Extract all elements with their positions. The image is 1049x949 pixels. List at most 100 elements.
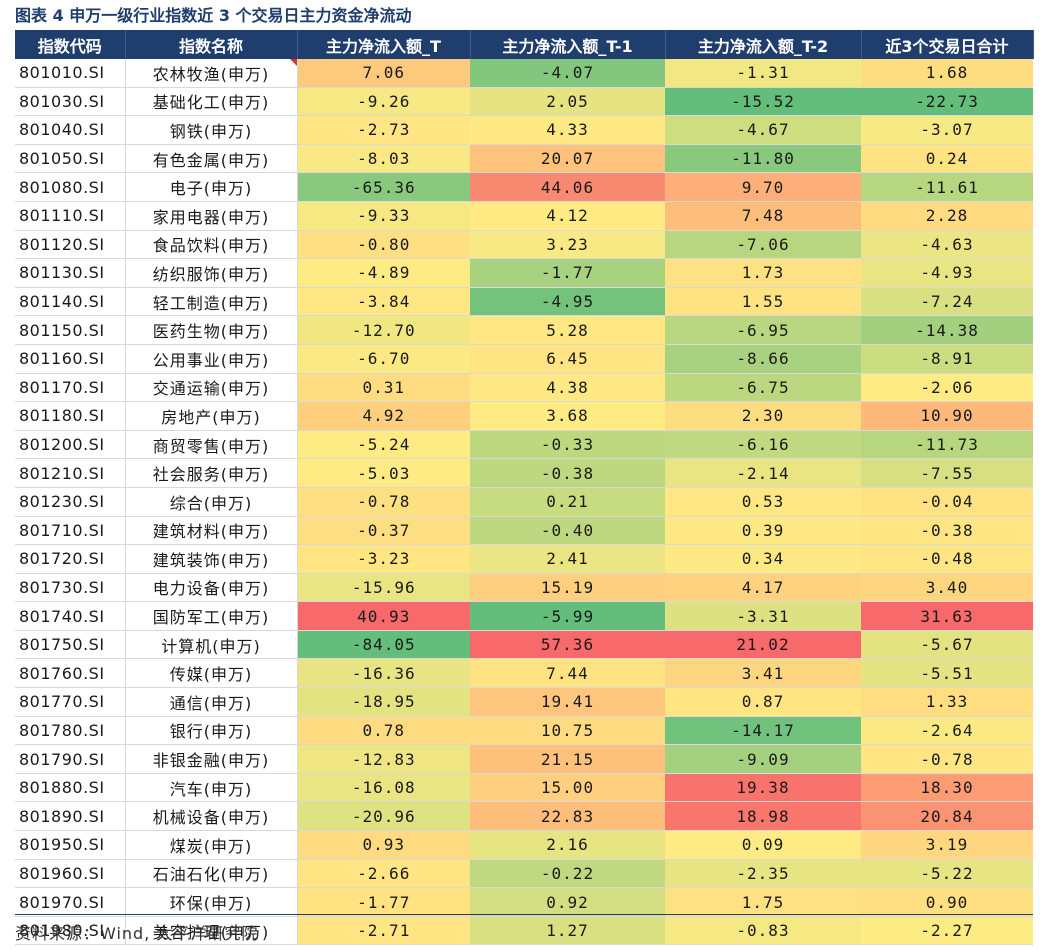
cell-three-day-total: 1.68 (861, 59, 1033, 88)
cell-net-inflow-t: -0.37 (297, 516, 470, 546)
cell-index-code: 801760.SI (15, 658, 125, 689)
table-row: 801750.SI 计算机(申万) -84.05 57.36 21.02 -5.67 (15, 630, 1033, 660)
index-name-text: 计算机(申万) (161, 636, 261, 656)
cell-net-inflow-t1: 1.27 (470, 916, 665, 946)
cell-net-inflow-t2: 9.70 (665, 172, 861, 202)
cell-net-inflow-t2: 0.53 (665, 487, 861, 517)
cell-index-code: 801050.SI (15, 144, 125, 174)
cell-index-name: 计算机(申万) (124, 630, 298, 660)
index-name-text: 农林牧渔(申万) (152, 64, 270, 84)
cell-net-inflow-t: -9.33 (297, 201, 470, 231)
index-name-text: 传媒(申万) (169, 665, 253, 685)
cell-net-inflow-t1: -0.33 (470, 430, 665, 460)
cell-net-inflow-t2: 1.75 (665, 887, 861, 917)
cell-net-inflow-t1: 2.05 (470, 87, 665, 117)
cell-net-inflow-t2: -9.09 (665, 744, 861, 774)
table-row: 801150.SI 医药生物(申万) -12.70 5.28 -6.95 -14.38 (15, 315, 1033, 345)
table-row: 801200.SI 商贸零售(申万) -5.24 -0.33 -6.16 -11.73 (15, 430, 1033, 460)
cell-net-inflow-t1: -0.38 (470, 458, 665, 488)
cell-net-inflow-t1: 4.12 (470, 201, 665, 231)
cell-net-inflow-t: -0.78 (297, 487, 470, 517)
cell-index-name: 交通运输(申万) (124, 373, 298, 403)
cell-net-inflow-t1: 21.15 (470, 744, 665, 774)
cell-net-inflow-t1: 2.16 (470, 830, 665, 860)
table-row: 801130.SI 纺织服饰(申万) -4.89 -1.77 1.73 -4.93 (15, 258, 1033, 288)
index-name-text: 汽车(申万) (169, 779, 253, 799)
cell-three-day-total: 31.63 (861, 601, 1033, 631)
cell-net-inflow-t2: 19.38 (665, 773, 861, 803)
cell-net-inflow-t2: 0.87 (665, 687, 861, 717)
index-name-text: 家用电器(申万) (152, 207, 270, 227)
cell-three-day-total: 3.19 (861, 830, 1033, 860)
index-name-text: 建筑材料(申万) (152, 522, 270, 542)
index-name-text: 石油石化(申万) (152, 865, 270, 885)
cell-index-name: 钢铁(申万) (124, 115, 298, 145)
cell-three-day-total: -2.27 (861, 916, 1033, 946)
cell-net-inflow-t: 0.78 (297, 716, 470, 746)
table-row: 801880.SI 汽车(申万) -16.08 15.00 19.38 18.30 (15, 773, 1033, 803)
cell-net-inflow-t: -8.03 (297, 144, 470, 174)
cell-index-name: 农林牧渔(申万) (124, 59, 298, 88)
header-net-inflow-t: 主力净流入额_T (297, 30, 471, 59)
cell-net-inflow-t1: 4.38 (470, 373, 665, 403)
cell-three-day-total: -11.61 (861, 172, 1033, 202)
cell-net-inflow-t2: -15.52 (665, 87, 861, 117)
cell-net-inflow-t: -5.03 (297, 458, 470, 488)
cell-three-day-total: -5.22 (861, 859, 1033, 889)
cell-index-code: 801150.SI (15, 315, 125, 345)
index-name-text: 房地产(申万) (161, 407, 261, 427)
cell-index-code: 801790.SI (15, 744, 125, 774)
cell-net-inflow-t1: 0.21 (470, 487, 665, 517)
cell-net-inflow-t1: 20.07 (470, 144, 665, 174)
cell-three-day-total: -8.91 (861, 344, 1033, 374)
cell-net-inflow-t2: 0.09 (665, 830, 861, 860)
cell-net-inflow-t2: -2.35 (665, 859, 861, 889)
cell-net-inflow-t1: 6.45 (470, 344, 665, 374)
cell-net-inflow-t: 4.92 (297, 401, 470, 431)
cell-net-inflow-t2: 1.55 (665, 287, 861, 317)
cell-index-name: 食品饮料(申万) (124, 230, 298, 260)
cell-net-inflow-t: -0.80 (297, 230, 470, 260)
cell-index-code: 801750.SI (15, 630, 125, 660)
cell-net-inflow-t: -65.36 (297, 172, 470, 202)
cell-index-name: 综合(申万) (124, 487, 298, 517)
cell-net-inflow-t1: -0.22 (470, 859, 665, 889)
cell-index-code: 801730.SI (15, 573, 125, 603)
cell-net-inflow-t1: 0.92 (470, 887, 665, 917)
index-name-text: 综合(申万) (169, 493, 253, 513)
cell-net-inflow-t: -12.83 (297, 744, 470, 774)
cell-index-name: 家用电器(申万) (124, 201, 298, 231)
cell-three-day-total: -0.48 (861, 544, 1033, 574)
cell-index-code: 801210.SI (15, 458, 125, 488)
cell-index-code: 801120.SI (15, 230, 125, 260)
cell-net-inflow-t2: -14.17 (665, 716, 861, 746)
cell-index-code: 801080.SI (15, 172, 125, 202)
table-row: 801140.SI 轻工制造(申万) -3.84 -4.95 1.55 -7.24 (15, 287, 1033, 317)
index-name-text: 国防军工(申万) (152, 608, 270, 628)
index-name-text: 基础化工(申万) (152, 93, 270, 113)
cell-net-inflow-t2: 4.17 (665, 573, 861, 603)
cell-net-inflow-t2: -8.66 (665, 344, 861, 374)
index-name-text: 建筑装饰(申万) (152, 550, 270, 570)
index-name-text: 纺织服饰(申万) (152, 264, 270, 284)
cell-index-code: 801010.SI (15, 59, 125, 88)
cell-three-day-total: -5.51 (861, 658, 1033, 689)
index-name-text: 钢铁(申万) (169, 121, 253, 141)
cell-index-code: 801890.SI (15, 801, 125, 832)
table-row: 801210.SI 社会服务(申万) -5.03 -0.38 -2.14 -7.55 (15, 458, 1033, 488)
cell-net-inflow-t: -16.08 (297, 773, 470, 803)
fund-flow-table: 指数代码 指数名称 主力净流入额_T 主力净流入额_T-1 主力净流入额_T-2… (15, 30, 1034, 946)
cell-index-name: 轻工制造(申万) (124, 287, 298, 317)
cell-net-inflow-t: -18.95 (297, 687, 470, 717)
index-name-text: 煤炭(申万) (169, 836, 253, 856)
cell-net-inflow-t: -2.66 (297, 859, 470, 889)
cell-three-day-total: -3.07 (861, 115, 1033, 145)
cell-index-code: 801740.SI (15, 601, 125, 631)
comment-flag-icon (289, 59, 297, 66)
table-row: 801030.SI 基础化工(申万) -9.26 2.05 -15.52 -22.73 (15, 87, 1033, 117)
cell-index-code: 801200.SI (15, 430, 125, 460)
cell-three-day-total: -7.55 (861, 458, 1033, 488)
cell-index-name: 机械设备(申万) (124, 801, 298, 832)
cell-three-day-total: -0.78 (861, 744, 1033, 774)
cell-index-code: 801040.SI (15, 115, 125, 145)
